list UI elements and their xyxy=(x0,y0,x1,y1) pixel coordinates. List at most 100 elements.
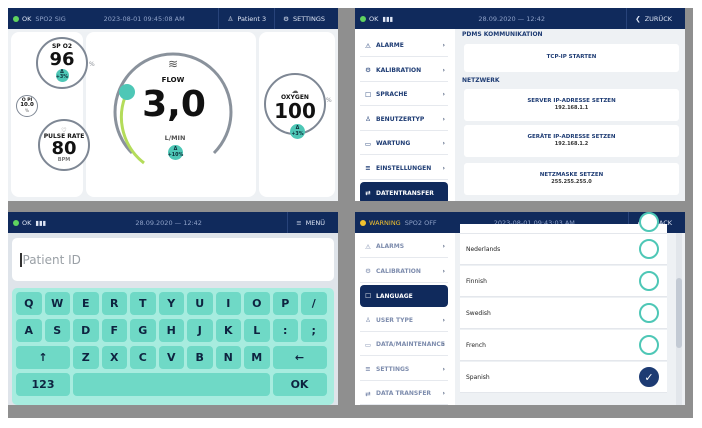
spo2-unit: % xyxy=(89,61,95,68)
key-9[interactable]: P xyxy=(272,292,298,315)
ok-key[interactable]: OK xyxy=(272,373,327,396)
language-row-french[interactable]: French xyxy=(460,330,667,361)
key-4[interactable]: T xyxy=(130,292,156,315)
key-0[interactable]: Q xyxy=(16,292,42,315)
key-18[interactable]: K xyxy=(215,319,241,342)
key-10[interactable]: / xyxy=(301,292,327,315)
user-icon: ♙ xyxy=(227,14,234,23)
menu-item-language[interactable]: ☐ LANGUAGE xyxy=(360,285,448,307)
tcp-start-button[interactable]: TCP-IP STARTEN xyxy=(464,44,679,72)
menu-item-settings[interactable]: ≡ SETTINGS › xyxy=(360,359,448,381)
menu-item-label: SETTINGS xyxy=(376,365,410,373)
menu-item-alarme[interactable]: ⚠ ALARME › xyxy=(360,35,448,57)
server-ip-label: SERVER IP-ADRESSE SETZEN xyxy=(527,97,616,104)
battery-icon: ▮▮▮ xyxy=(382,14,394,23)
key-7[interactable]: I xyxy=(215,292,241,315)
oxygen-value: 100 xyxy=(274,99,316,124)
device-ip-button[interactable]: GERÄTE IP-ADRESSE SETZEN 192.168.1.2 xyxy=(464,125,679,157)
language-row-partial[interactable] xyxy=(460,212,667,234)
spo2-gauge[interactable]: SP O2 96 Δ +3% xyxy=(36,37,88,89)
scrollbar[interactable] xyxy=(676,233,682,405)
spo2-badge: Δ +3% xyxy=(55,68,69,82)
key-28[interactable]: N xyxy=(215,346,241,369)
language-label: Swedish xyxy=(466,309,491,317)
key-3[interactable]: R xyxy=(101,292,127,315)
key-13[interactable]: D xyxy=(73,319,99,342)
language-row-nederlands[interactable]: Nederlands xyxy=(460,234,667,265)
key-29[interactable]: M xyxy=(244,346,270,369)
menu-item-label: CALIBRATION xyxy=(376,267,421,275)
flow-value: 3,0 xyxy=(142,84,206,125)
key-8[interactable]: O xyxy=(244,292,270,315)
key-12[interactable]: S xyxy=(44,319,70,342)
settings-screen-en: WARNING SPO2 OFF 2023-08-01 09:43:03 AM … xyxy=(355,212,685,405)
scrollbar-thumb[interactable] xyxy=(676,278,682,348)
language-row-finnish[interactable]: Finnish xyxy=(460,266,667,297)
numbers-mode-key[interactable]: 123 xyxy=(16,373,70,396)
netmask-button[interactable]: NETZMASKE SETZEN 255.255.255.0 xyxy=(464,163,679,195)
language-label: French xyxy=(466,341,486,349)
patient-button[interactable]: ♙ Patient 3 xyxy=(218,8,274,29)
pi-gauge[interactable]: O PI 10.0 % xyxy=(16,95,38,117)
menu-item-kalibration[interactable]: ⚙ KALIBRATION › xyxy=(360,60,448,82)
menu-item-einstellungen[interactable]: ≡ EINSTELLUNGEN › xyxy=(360,158,448,180)
key-27[interactable]: B xyxy=(187,346,213,369)
key-21[interactable]: ; xyxy=(301,319,327,342)
menu-item-alarms[interactable]: ⚠ ALARMS › xyxy=(360,236,448,258)
pi-unit: % xyxy=(24,108,29,114)
menu-item-label: EINSTELLUNGEN xyxy=(376,164,432,172)
menu-item-data-maintenance[interactable]: ▭ DATA/MAINTENANCE › xyxy=(360,334,448,356)
menu-item-sprache[interactable]: ☐ SPRACHE › xyxy=(360,84,448,106)
pulse-rate-gauge[interactable]: ♡ PULSE RATE 80 BPM xyxy=(38,119,90,171)
transfer-icon: ⇄ xyxy=(365,389,371,398)
space-key[interactable] xyxy=(73,373,270,396)
key-16[interactable]: H xyxy=(158,319,184,342)
key-25[interactable]: C xyxy=(130,346,156,369)
bell-icon: ⚠ xyxy=(365,242,371,251)
oxygen-badge: Δ +3% xyxy=(290,124,305,139)
menu-item-label: ALARME xyxy=(376,42,404,49)
datetime: 28.09.2020 — 12:42 xyxy=(478,14,545,23)
menu-item-calibration[interactable]: ⚙ CALIBRATION › xyxy=(360,261,448,283)
language-radio[interactable] xyxy=(639,303,659,323)
checkmark-icon[interactable]: ✓ xyxy=(639,367,659,387)
backspace-key[interactable]: ← xyxy=(272,346,327,369)
key-23[interactable]: Z xyxy=(73,346,99,369)
language-radio[interactable] xyxy=(639,212,659,232)
server-ip-button[interactable]: SERVER IP-ADRESSE SETZEN 192.168.1.1 xyxy=(464,89,679,121)
settings-screen-de: OK ▮▮▮ 28.09.2020 — 12:42 ❮ ZURÜCK ⚠ ALAR… xyxy=(355,8,685,201)
language-radio[interactable] xyxy=(639,239,659,259)
menu-item-wartung[interactable]: ▭ WARTUNG › xyxy=(360,133,448,155)
language-row-spanish[interactable]: Spanish ✓ xyxy=(460,362,667,393)
key-5[interactable]: Y xyxy=(158,292,184,315)
key-26[interactable]: V xyxy=(158,346,184,369)
language-radio[interactable] xyxy=(639,271,659,291)
settings-button[interactable]: ⚙ SETTINGS xyxy=(274,8,333,29)
key-11[interactable]: A xyxy=(16,319,42,342)
settings-menu: ⚠ ALARMS › ⚙ CALIBRATION › ☐ LANGUAGE ♙ USER TYPE… xyxy=(355,233,455,405)
language-row-swedish[interactable]: Swedish xyxy=(460,298,667,329)
language-label: Finnish xyxy=(466,277,487,285)
key-19[interactable]: L xyxy=(244,319,270,342)
menu-item-data-transfer[interactable]: ⇄ DATA TRANSFER › xyxy=(360,383,448,405)
language-radio[interactable] xyxy=(639,335,659,355)
key-15[interactable]: G xyxy=(130,319,156,342)
menu-item-user-type[interactable]: ♙ USER TYPE › xyxy=(360,310,448,332)
key-1[interactable]: W xyxy=(44,292,70,315)
key-6[interactable]: U xyxy=(187,292,213,315)
key-17[interactable]: J xyxy=(187,319,213,342)
menu-item-benutzertyp[interactable]: ♙ BENUTZERTYP › xyxy=(360,109,448,131)
back-button[interactable]: ❮ ZURÜCK xyxy=(626,8,680,29)
key-2[interactable]: E xyxy=(73,292,99,315)
flow-badge: Δ +10% xyxy=(168,145,183,160)
monitor-icon: ▭ xyxy=(364,340,372,349)
menu-button[interactable]: ≡ MENÜ xyxy=(287,212,333,233)
key-14[interactable]: F xyxy=(101,319,127,342)
menu-label: MENÜ xyxy=(305,218,325,227)
spo2-off-label: SPO2 OFF xyxy=(404,218,437,227)
key-20[interactable]: : xyxy=(272,319,298,342)
patient-id-input[interactable]: Patient ID xyxy=(12,238,334,281)
shift-key[interactable]: ↑ xyxy=(16,346,70,369)
key-24[interactable]: X xyxy=(101,346,127,369)
menu-item-datentransfer[interactable]: ⇄ DATENTRANSFER xyxy=(360,182,448,201)
